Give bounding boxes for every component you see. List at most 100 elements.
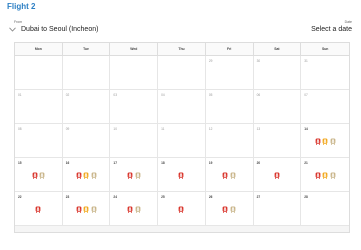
calendar-day-cell: 03 bbox=[110, 90, 159, 123]
calendar-day-cell[interactable]: 21 bbox=[301, 158, 349, 191]
availability-icons bbox=[254, 172, 301, 179]
availability-icons bbox=[110, 206, 157, 213]
seat-tan-icon bbox=[135, 206, 141, 213]
seat-orange-icon bbox=[322, 138, 328, 145]
calendar-day-cell: 13 bbox=[254, 124, 302, 157]
day-number: 05 bbox=[208, 93, 213, 97]
seat-tan-icon bbox=[91, 172, 97, 179]
availability-icons bbox=[301, 138, 349, 145]
weekday-thu: Thu bbox=[158, 43, 206, 56]
day-number: 18 bbox=[161, 161, 165, 165]
calendar-day-cell[interactable]: 14 bbox=[301, 124, 349, 157]
calendar-day-cell[interactable]: 25 bbox=[158, 192, 206, 225]
seat-orange-icon bbox=[83, 206, 89, 213]
day-number: 11 bbox=[161, 127, 165, 131]
calendar-day-cell: 01 bbox=[15, 90, 63, 123]
seat-red-icon bbox=[222, 172, 228, 179]
seat-orange-icon bbox=[83, 172, 89, 179]
calendar-day-cell[interactable]: 24 bbox=[110, 192, 159, 225]
from-label: From bbox=[14, 20, 23, 24]
day-number: 17 bbox=[113, 161, 117, 165]
day-number: 28 bbox=[304, 195, 308, 199]
seat-red-icon bbox=[274, 172, 280, 179]
seat-red-icon bbox=[76, 172, 82, 179]
day-number: 26 bbox=[208, 195, 213, 199]
seat-red-icon bbox=[127, 172, 133, 179]
seat-tan-icon bbox=[135, 172, 141, 179]
calendar-empty-cell bbox=[110, 56, 159, 89]
day-number: 27 bbox=[256, 195, 261, 199]
chevron-down-icon bbox=[8, 25, 17, 34]
calendar-header: Mon Tue Wed Thu Fri Sat Sun bbox=[15, 43, 349, 56]
seat-tan-icon bbox=[230, 172, 236, 179]
calendar-week-row: 15 16 17 18 19 20 21 bbox=[15, 158, 349, 192]
calendar-day-cell[interactable]: 17 bbox=[110, 158, 159, 191]
seat-tan-icon bbox=[330, 172, 336, 179]
weekday-tue: Tue bbox=[63, 43, 111, 56]
day-number: 07 bbox=[304, 93, 308, 97]
calendar-empty-cell bbox=[63, 56, 111, 89]
calendar: Mon Tue Wed Thu Fri Sat Sun 29 30 31 01 02 03 04 05 06… bbox=[14, 42, 350, 233]
calendar-day-cell: 02 bbox=[63, 90, 111, 123]
calendar-day-cell: 12 bbox=[206, 124, 254, 157]
day-number: 30 bbox=[256, 59, 261, 63]
calendar-empty-cell bbox=[15, 56, 63, 89]
calendar-day-cell[interactable]: 15 bbox=[15, 158, 63, 191]
calendar-day-cell[interactable]: 18 bbox=[158, 158, 206, 191]
seat-tan-icon bbox=[91, 206, 97, 213]
calendar-day-cell[interactable]: 22 bbox=[15, 192, 63, 225]
day-number: 01 bbox=[18, 93, 22, 97]
calendar-day-cell[interactable]: 16 bbox=[63, 158, 111, 191]
calendar-day-cell[interactable]: 28 bbox=[301, 192, 349, 225]
availability-icons bbox=[206, 206, 253, 213]
day-number: 22 bbox=[18, 195, 22, 199]
seat-red-icon bbox=[222, 206, 228, 213]
calendar-day-cell[interactable]: 20 bbox=[254, 158, 302, 191]
calendar-day-cell: 30 bbox=[254, 56, 302, 89]
calendar-day-cell[interactable]: 26 bbox=[206, 192, 254, 225]
seat-tan-icon bbox=[39, 172, 45, 179]
day-number: 03 bbox=[113, 93, 117, 97]
seat-red-icon bbox=[127, 206, 133, 213]
weekday-mon: Mon bbox=[15, 43, 63, 56]
weekday-sun: Sun bbox=[321, 47, 329, 51]
calendar-day-cell: 10 bbox=[110, 124, 159, 157]
calendar-day-cell[interactable]: 27 bbox=[254, 192, 302, 225]
seat-orange-icon bbox=[322, 172, 328, 179]
day-number: 15 bbox=[18, 161, 22, 165]
calendar-day-cell: 29 bbox=[206, 56, 254, 89]
calendar-day-cell[interactable]: 23 bbox=[63, 192, 111, 225]
calendar-day-cell: 07 bbox=[301, 90, 349, 123]
calendar-day-cell: 09 bbox=[63, 124, 111, 157]
calendar-day-cell: 31 bbox=[301, 56, 349, 89]
seat-red-icon bbox=[315, 138, 321, 145]
route-dropdown[interactable]: Dubai to Seoul (Incheon) bbox=[8, 25, 98, 34]
date-label: Date bbox=[344, 20, 352, 24]
weekday-wed: Wed bbox=[110, 43, 159, 56]
day-number: 04 bbox=[161, 93, 165, 97]
seat-tan-icon bbox=[230, 206, 236, 213]
day-number: 21 bbox=[304, 161, 308, 165]
day-number: 09 bbox=[65, 127, 70, 131]
availability-icons bbox=[158, 206, 205, 213]
day-number: 31 bbox=[304, 59, 308, 63]
day-number: 19 bbox=[208, 161, 213, 165]
day-number: 16 bbox=[65, 161, 70, 165]
day-number: 10 bbox=[113, 127, 117, 131]
day-number: 02 bbox=[65, 93, 70, 97]
calendar-footer bbox=[15, 226, 349, 233]
availability-icons bbox=[63, 172, 110, 179]
route-value: Dubai to Seoul (Incheon) bbox=[21, 26, 99, 33]
calendar-day-cell: 06 bbox=[254, 90, 302, 123]
availability-icons bbox=[158, 172, 205, 179]
weekday-fri: Fri bbox=[206, 43, 254, 56]
availability-icons bbox=[206, 172, 253, 179]
calendar-week-row: 22 23 24 25 26 27 28 bbox=[15, 192, 349, 226]
page-title: Flight 2 bbox=[7, 2, 36, 11]
select-date-button[interactable]: Select a date bbox=[311, 26, 352, 33]
day-number: 29 bbox=[208, 59, 213, 63]
calendar-day-cell[interactable]: 19 bbox=[206, 158, 254, 191]
seat-red-icon bbox=[35, 206, 41, 213]
availability-icons bbox=[63, 206, 110, 213]
calendar-body: 29 30 31 01 02 03 04 05 06 07 08 09 10 11 12 13 14 15 16 17… bbox=[15, 56, 349, 226]
